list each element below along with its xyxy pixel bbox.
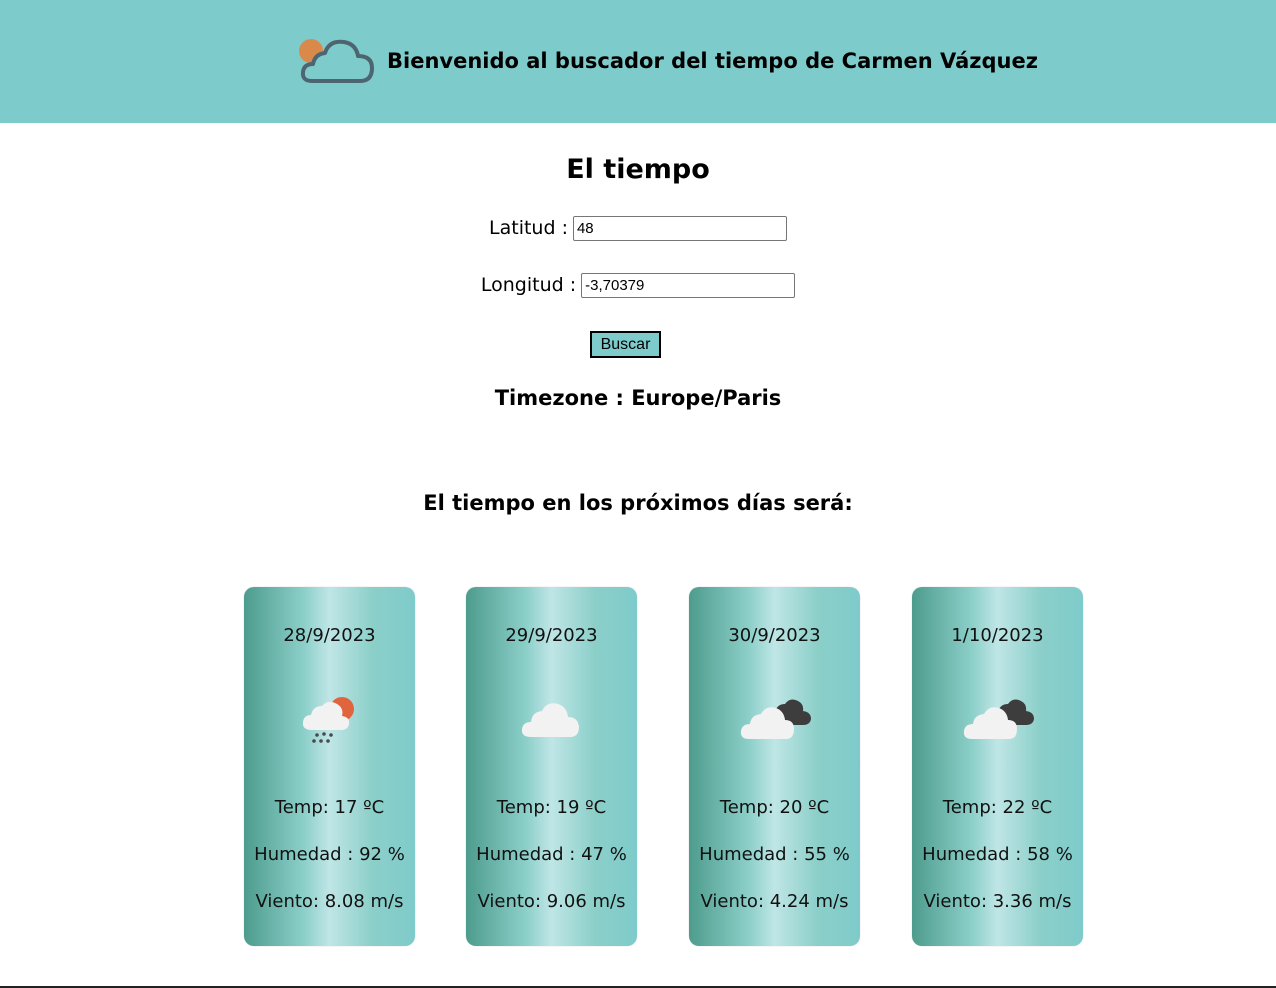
forecast-date: 28/9/2023 <box>283 625 376 646</box>
latitude-label: Latitud : <box>489 217 568 239</box>
cloud-sun-icon <box>299 39 374 83</box>
timezone-label: Timezone : Europe/Paris <box>494 386 782 410</box>
forecast-date: 30/9/2023 <box>728 625 821 646</box>
forecast-card: 1/10/2023 Temp: 22 ºC Humedad : 58 % Vie… <box>912 587 1083 946</box>
forecast-humidity: Humedad : 55 % <box>699 844 850 865</box>
header-title: Bienvenido al buscador del tiempo de Car… <box>387 49 1038 73</box>
cloud-icon <box>521 703 579 737</box>
longitude-label: Longitud : <box>480 274 577 296</box>
forecast-card: 28/9/2023 Temp: 17 ºC Humedad : 92 % Vie… <box>244 587 415 946</box>
forecast-humidity: Humedad : 58 % <box>922 844 1073 865</box>
forecast-heading: El tiempo en los próximos días será: <box>423 491 853 515</box>
forecast-wind: Viento: 8.08 m/s <box>255 891 404 912</box>
forecast-card: 30/9/2023 Temp: 20 ºC Humedad : 55 % Vie… <box>689 587 860 946</box>
site-header: Bienvenido al buscador del tiempo de Car… <box>0 0 1276 123</box>
longitude-row: Longitud : <box>0 272 1276 298</box>
latitude-input[interactable] <box>572 215 787 241</box>
longitude-input[interactable] <box>581 272 796 298</box>
forecast-temp: Temp: 22 ºC <box>942 797 1053 818</box>
rain-cloud-sun-icon <box>302 697 354 743</box>
forecast-humidity: Humedad : 47 % <box>476 844 627 865</box>
latitude-row: Latitud : <box>0 215 1276 241</box>
forecast-card: 29/9/2023 Temp: 19 ºC Humedad : 47 % Vie… <box>466 587 637 946</box>
forecast-temp: Temp: 17 ºC <box>274 797 385 818</box>
forecast-date: 29/9/2023 <box>505 625 598 646</box>
forecast-temp: Temp: 19 ºC <box>496 797 607 818</box>
forecast-wind: Viento: 9.06 m/s <box>477 891 626 912</box>
forecast-wind: Viento: 4.24 m/s <box>700 891 849 912</box>
forecast-humidity: Humedad : 92 % <box>254 844 405 865</box>
broken-clouds-icon <box>963 699 1034 739</box>
forecast-date: 1/10/2023 <box>951 625 1044 646</box>
broken-clouds-icon <box>740 699 811 739</box>
forecast-temp: Temp: 20 ºC <box>719 797 830 818</box>
page-title: El tiempo <box>566 154 710 185</box>
search-button[interactable]: Buscar <box>590 331 661 358</box>
forecast-wind: Viento: 3.36 m/s <box>923 891 1072 912</box>
